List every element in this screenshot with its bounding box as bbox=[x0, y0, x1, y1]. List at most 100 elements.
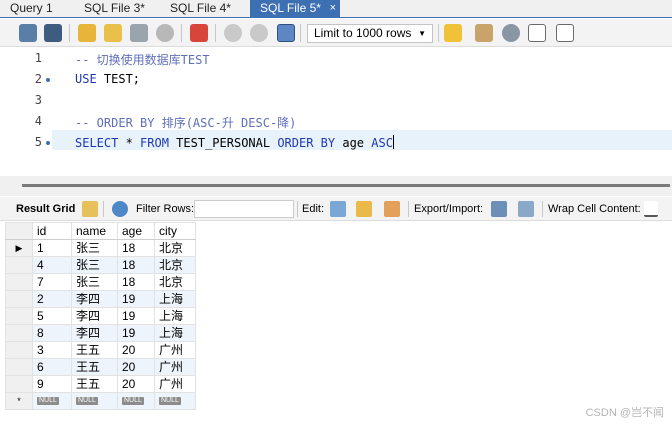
cell-age[interactable]: NULL bbox=[117, 392, 155, 410]
cell-id[interactable]: 3 bbox=[32, 341, 72, 359]
cell-city[interactable]: 北京 bbox=[154, 256, 196, 274]
execute-lightning-icon[interactable] bbox=[78, 24, 96, 42]
panel-splitter[interactable] bbox=[0, 176, 672, 196]
cell-id[interactable]: 2 bbox=[32, 290, 72, 308]
explain-icon[interactable] bbox=[130, 24, 148, 42]
table-row[interactable]: 3 王五 20 广州 bbox=[5, 341, 196, 359]
cell-city[interactable]: 上海 bbox=[154, 307, 196, 325]
table-row[interactable]: 5 李四 19 上海 bbox=[5, 307, 196, 325]
row-header bbox=[5, 375, 33, 393]
toggle-error-icon[interactable] bbox=[190, 24, 208, 42]
cell-age[interactable]: 19 bbox=[117, 324, 155, 342]
cell-city[interactable]: 广州 bbox=[154, 341, 196, 359]
cell-name[interactable]: 张三 bbox=[71, 239, 118, 257]
column-header-city[interactable]: city bbox=[154, 222, 196, 240]
cell-age[interactable]: 20 bbox=[117, 358, 155, 376]
cell-id[interactable]: 1 bbox=[32, 239, 72, 257]
code-text: TEST_PERSONAL bbox=[168, 136, 278, 150]
edit-cell-icon[interactable] bbox=[330, 201, 346, 217]
execute-current-icon[interactable] bbox=[104, 24, 122, 42]
save-icon[interactable] bbox=[44, 24, 62, 42]
cell-age[interactable]: 18 bbox=[117, 239, 155, 257]
null-badge: NULL bbox=[159, 396, 181, 405]
cell-name[interactable]: 王五 bbox=[71, 375, 118, 393]
cell-city[interactable]: 北京 bbox=[154, 239, 196, 257]
paragraph-icon[interactable] bbox=[528, 24, 546, 42]
limit-rows-select[interactable]: Limit to 1000 rows ▼ bbox=[307, 24, 433, 43]
table-row[interactable]: 8 李四 19 上海 bbox=[5, 324, 196, 342]
close-icon[interactable]: × bbox=[330, 0, 336, 16]
grid-view-icon[interactable] bbox=[82, 201, 98, 217]
cell-name[interactable]: 李四 bbox=[71, 324, 118, 342]
wrap-cell-icon[interactable] bbox=[644, 201, 658, 217]
table-row[interactable]: 6 王五 20 广州 bbox=[5, 358, 196, 376]
export-icon[interactable] bbox=[491, 201, 507, 217]
cell-id[interactable]: 5 bbox=[32, 307, 72, 325]
sql-editor[interactable]: 1 2 3 4 5 -- 切换使用数据库TEST USE TEST; -- OR… bbox=[0, 48, 672, 176]
import-icon[interactable] bbox=[518, 201, 534, 217]
keyword: ASC bbox=[371, 136, 393, 150]
delete-row-icon[interactable] bbox=[384, 201, 400, 217]
table-row[interactable]: 2 李四 19 上海 bbox=[5, 290, 196, 308]
tab-sql-file-5[interactable]: SQL File 5* × bbox=[250, 0, 340, 18]
commit-icon[interactable] bbox=[224, 24, 242, 42]
search-icon[interactable] bbox=[502, 24, 520, 42]
table-row[interactable]: ▶ 1 张三 18 北京 bbox=[5, 239, 196, 257]
cell-name[interactable]: NULL bbox=[71, 392, 118, 410]
cell-age[interactable]: 20 bbox=[117, 375, 155, 393]
cell-id[interactable]: 8 bbox=[32, 324, 72, 342]
cell-name[interactable]: 王五 bbox=[71, 341, 118, 359]
cell-city[interactable]: 广州 bbox=[154, 375, 196, 393]
cell-age[interactable]: 18 bbox=[117, 256, 155, 274]
cell-id[interactable]: 7 bbox=[32, 273, 72, 291]
cell-id[interactable]: NULL bbox=[32, 392, 72, 410]
refresh-icon[interactable] bbox=[112, 201, 128, 217]
column-header-id[interactable]: id bbox=[32, 222, 72, 240]
row-header-corner bbox=[5, 222, 33, 240]
cell-city[interactable]: 上海 bbox=[154, 290, 196, 308]
rollback-icon[interactable] bbox=[250, 24, 268, 42]
new-row[interactable]: * NULL NULL NULL NULL bbox=[5, 392, 196, 410]
toolbar-divider bbox=[215, 24, 216, 42]
table-row[interactable]: 7 张三 18 北京 bbox=[5, 273, 196, 291]
code-line-1: -- 切换使用数据库TEST bbox=[75, 53, 210, 67]
keyword: ORDER BY bbox=[277, 136, 336, 150]
star-icon[interactable] bbox=[444, 24, 462, 42]
result-grid-label[interactable]: Result Grid bbox=[16, 203, 75, 215]
cell-city[interactable]: 北京 bbox=[154, 273, 196, 291]
toolbar-divider bbox=[438, 24, 439, 42]
cell-id[interactable]: 6 bbox=[32, 358, 72, 376]
cell-name[interactable]: 李四 bbox=[71, 290, 118, 308]
cell-name[interactable]: 张三 bbox=[71, 273, 118, 291]
stop-icon[interactable] bbox=[156, 24, 174, 42]
cell-id[interactable]: 4 bbox=[32, 256, 72, 274]
table-row[interactable]: 4 张三 18 北京 bbox=[5, 256, 196, 274]
autocommit-icon[interactable] bbox=[277, 24, 295, 42]
add-row-icon[interactable] bbox=[356, 201, 372, 217]
cell-age[interactable]: 18 bbox=[117, 273, 155, 291]
tab-sql-file-3[interactable]: SQL File 3* bbox=[74, 0, 160, 18]
cell-city[interactable]: 上海 bbox=[154, 324, 196, 342]
cell-city[interactable]: NULL bbox=[154, 392, 196, 410]
cell-name[interactable]: 王五 bbox=[71, 358, 118, 376]
cell-id[interactable]: 9 bbox=[32, 375, 72, 393]
toolbar-divider bbox=[69, 24, 70, 42]
cell-name[interactable]: 李四 bbox=[71, 307, 118, 325]
splitter-handle[interactable] bbox=[22, 184, 670, 187]
cell-name[interactable]: 张三 bbox=[71, 256, 118, 274]
column-header-name[interactable]: name bbox=[71, 222, 118, 240]
column-header-age[interactable]: age bbox=[117, 222, 155, 240]
tab-sql-file-4[interactable]: SQL File 4* bbox=[160, 0, 246, 18]
filter-rows-input[interactable] bbox=[194, 200, 294, 218]
tab-query-1[interactable]: Query 1 bbox=[0, 0, 74, 18]
cell-age[interactable]: 20 bbox=[117, 341, 155, 359]
table-row[interactable]: 9 王五 20 广州 bbox=[5, 375, 196, 393]
line-number: 1 bbox=[34, 51, 42, 65]
wrap-icon[interactable] bbox=[556, 24, 574, 42]
open-folder-icon[interactable] bbox=[19, 24, 37, 42]
cell-age[interactable]: 19 bbox=[117, 290, 155, 308]
cell-city[interactable]: 广州 bbox=[154, 358, 196, 376]
row-header bbox=[5, 273, 33, 291]
brush-icon[interactable] bbox=[475, 24, 493, 42]
cell-age[interactable]: 19 bbox=[117, 307, 155, 325]
